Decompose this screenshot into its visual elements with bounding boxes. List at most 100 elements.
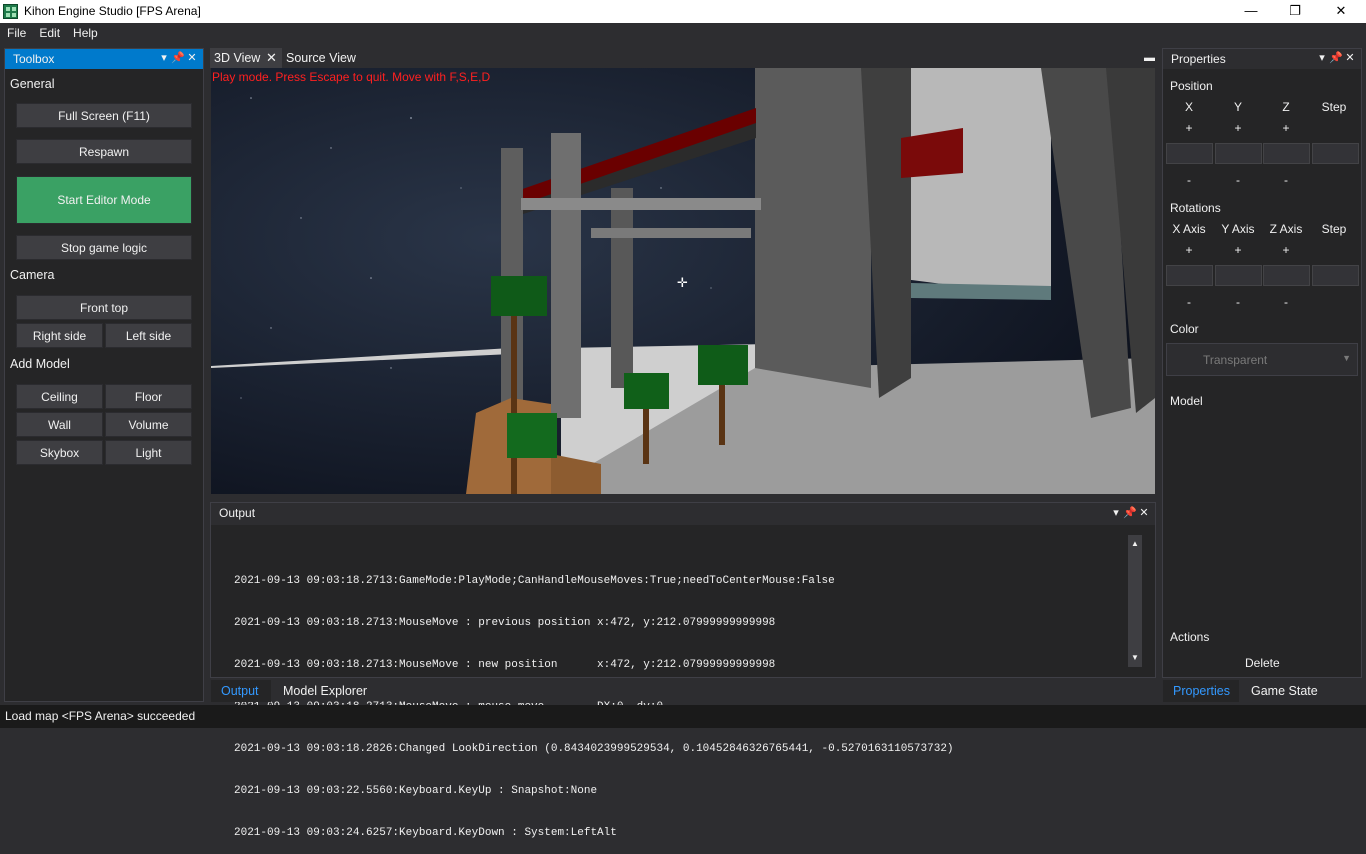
output-line: 2021-09-13 09:03:22.5560:Keyboard.KeyUp … [234, 785, 598, 797]
rotation-z-plus-button[interactable]: + [1263, 243, 1309, 257]
delete-button[interactable]: Delete [1245, 656, 1280, 670]
position-z-plus-button[interactable]: + [1263, 121, 1309, 135]
output-pin-icon[interactable]: 📌 [1123, 506, 1137, 519]
model-label: Model [1170, 394, 1203, 408]
position-y-input[interactable] [1215, 143, 1262, 164]
left-side-button[interactable]: Left side [105, 323, 192, 348]
floor-button[interactable]: Floor [105, 384, 192, 409]
rotation-step-input[interactable] [1312, 265, 1359, 286]
tab-close-icon[interactable]: ✕ [266, 50, 277, 66]
color-select[interactable]: Transparent ▼ [1166, 343, 1358, 376]
scroll-down-icon[interactable]: ▼ [1131, 653, 1139, 662]
window-title: Kihon Engine Studio [FPS Arena] [24, 4, 201, 18]
toolbox-close-icon[interactable]: ✕ [185, 51, 199, 64]
rotation-y-input[interactable] [1215, 265, 1262, 286]
volume-button[interactable]: Volume [105, 412, 192, 437]
position-col-step: Step [1321, 100, 1347, 114]
rotation-x-input[interactable] [1166, 265, 1213, 286]
scroll-up-icon[interactable]: ▲ [1131, 539, 1139, 548]
right-side-button[interactable]: Right side [16, 323, 103, 348]
output-close-icon[interactable]: ✕ [1137, 506, 1151, 519]
rotations-label: Rotations [1170, 201, 1221, 215]
tab-properties[interactable]: Properties [1163, 680, 1239, 702]
color-label: Color [1170, 322, 1199, 336]
rotation-y-minus-button[interactable]: - [1215, 295, 1261, 309]
position-x-minus-button[interactable]: - [1166, 173, 1212, 187]
restore-button[interactable]: ❐ [1272, 0, 1318, 23]
rotation-x-plus-button[interactable]: + [1166, 243, 1212, 257]
position-y-plus-button[interactable]: + [1215, 121, 1261, 135]
properties-dropdown-icon[interactable]: ▾ [1315, 51, 1329, 64]
close-button[interactable]: ✕ [1318, 0, 1364, 23]
output-title: Output [219, 506, 256, 520]
output-line: 2021-09-13 09:03:18.2826:Changed LookDir… [234, 743, 954, 755]
status-text: Load map <FPS Arena> succeeded [5, 709, 196, 723]
position-label: Position [1170, 79, 1213, 93]
rotation-x-minus-button[interactable]: - [1166, 295, 1212, 309]
tab-3d-view[interactable]: 3D View ✕ [210, 48, 282, 68]
tab-model-explorer[interactable]: Model Explorer [283, 684, 367, 698]
tab-3d-view-label: 3D View [214, 51, 261, 65]
position-x-plus-button[interactable]: + [1166, 121, 1212, 135]
tab-properties-label: Properties [1173, 684, 1230, 698]
front-top-button[interactable]: Front top [16, 295, 192, 320]
chevron-down-icon: ▼ [1342, 353, 1351, 363]
output-log: 2021-09-13 09:03:18.2713:GameMode:PlayMo… [234, 546, 954, 854]
rotation-col-x: X Axis [1172, 222, 1206, 236]
properties-close-icon[interactable]: ✕ [1343, 51, 1357, 64]
position-col-z: Z [1282, 100, 1290, 114]
respawn-button[interactable]: Respawn [16, 139, 192, 164]
rotation-col-z: Z Axis [1269, 222, 1303, 236]
app-icon [3, 4, 18, 19]
stop-game-logic-button[interactable]: Stop game logic [16, 235, 192, 260]
properties-header: Properties ▾ 📌 ✕ [1163, 49, 1361, 69]
menu-edit[interactable]: Edit [32, 23, 66, 40]
tab-overflow-icon[interactable]: ▬ [1144, 52, 1155, 64]
toolbox-title: Toolbox [13, 52, 55, 66]
rotation-col-step: Step [1321, 222, 1347, 236]
rotation-z-minus-button[interactable]: - [1263, 295, 1309, 309]
rotation-y-plus-button[interactable]: + [1215, 243, 1261, 257]
rotation-z-input[interactable] [1263, 265, 1310, 286]
menu-file[interactable]: File [0, 23, 32, 40]
output-line: 2021-09-13 09:03:24.6257:Keyboard.KeyDow… [234, 827, 617, 839]
position-y-minus-button[interactable]: - [1215, 173, 1261, 187]
output-header: Output ▾ 📌 ✕ [211, 503, 1155, 525]
position-z-minus-button[interactable]: - [1263, 173, 1309, 187]
title-bar: Kihon Engine Studio [FPS Arena] — ❐ ✕ [0, 0, 1366, 23]
toolbox-dropdown-icon[interactable]: ▾ [157, 51, 171, 64]
output-scrollbar[interactable]: ▲ ▼ [1128, 535, 1142, 667]
properties-pin-icon[interactable]: 📌 [1329, 51, 1343, 64]
tab-source-view[interactable]: Source View [286, 51, 356, 65]
wall-button[interactable]: Wall [16, 412, 103, 437]
position-step-input[interactable] [1312, 143, 1359, 164]
menu-bar: File Edit Help [0, 23, 1366, 43]
light-button[interactable]: Light [105, 440, 192, 465]
position-col-x: X [1184, 100, 1193, 114]
color-select-value: Transparent [1203, 353, 1268, 367]
actions-label: Actions [1170, 630, 1210, 644]
output-line: 2021-09-13 09:03:18.2713:GameMode:PlayMo… [234, 575, 835, 587]
tab-output[interactable]: Output [211, 680, 271, 702]
crosshair-icon: ✛ [677, 275, 688, 290]
full-screen-button[interactable]: Full Screen (F11) [16, 103, 192, 128]
output-dropdown-icon[interactable]: ▾ [1109, 506, 1123, 519]
output-line: 2021-09-13 09:03:18.2713:MouseMove : pre… [234, 617, 776, 629]
play-mode-message: Play mode. Press Escape to quit. Move wi… [212, 70, 491, 84]
start-editor-mode-button[interactable]: Start Editor Mode [16, 176, 192, 224]
rotation-col-y: Y Axis [1221, 222, 1255, 236]
menu-help[interactable]: Help [66, 23, 104, 40]
tab-game-state[interactable]: Game State [1251, 684, 1318, 698]
section-camera: Camera [10, 268, 55, 282]
position-x-input[interactable] [1166, 143, 1213, 164]
section-add-model: Add Model [10, 357, 70, 371]
section-general: General [10, 77, 55, 91]
toolbox-pin-icon[interactable]: 📌 [171, 51, 185, 64]
properties-title: Properties [1171, 52, 1226, 66]
ceiling-button[interactable]: Ceiling [16, 384, 103, 409]
minimize-button[interactable]: — [1228, 0, 1274, 23]
skybox-button[interactable]: Skybox [16, 440, 103, 465]
position-z-input[interactable] [1263, 143, 1310, 164]
position-col-y: Y [1233, 100, 1242, 114]
status-bar: Load map <FPS Arena> succeeded [0, 705, 1366, 728]
